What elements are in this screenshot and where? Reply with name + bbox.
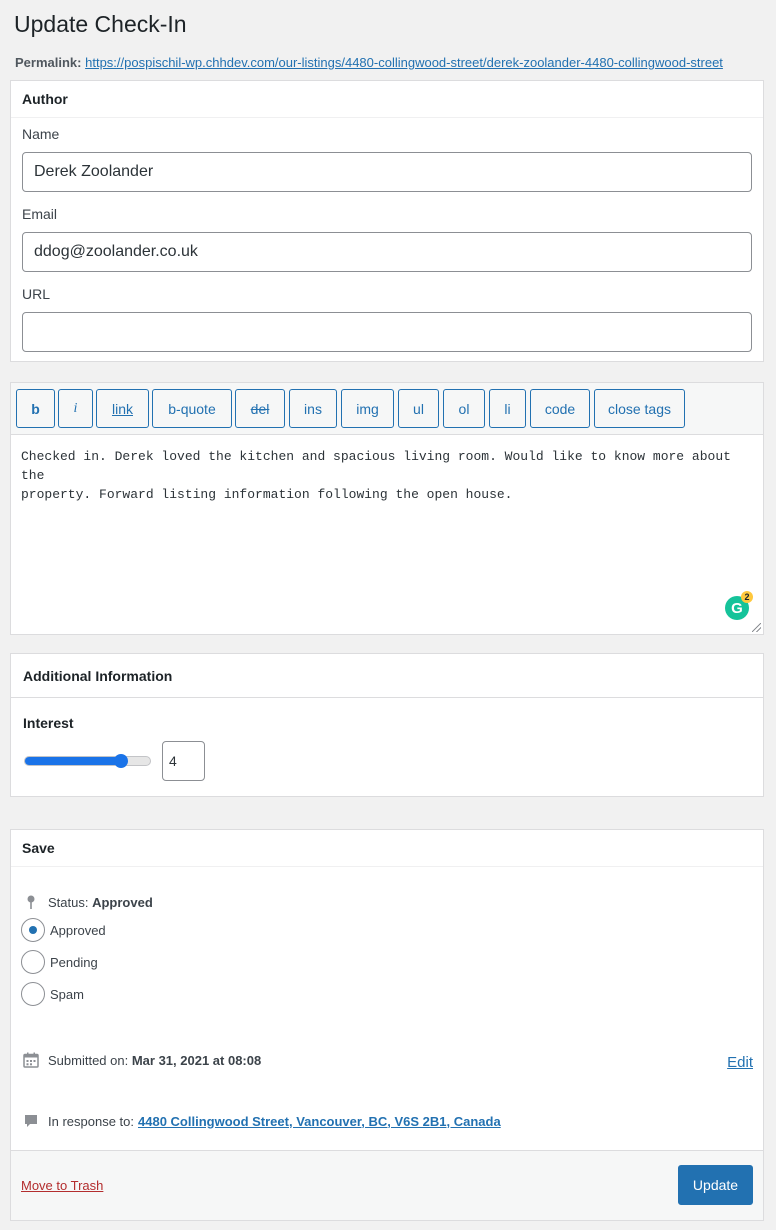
url-input[interactable] bbox=[22, 312, 752, 352]
quicktag-li-button[interactable]: li bbox=[489, 389, 526, 428]
save-box: Save Status: Approved Approved Pending S… bbox=[10, 829, 764, 1221]
resize-handle[interactable] bbox=[752, 623, 761, 632]
quicktag-bold-button[interactable]: b bbox=[16, 389, 55, 428]
quicktag-close-tags-button[interactable]: close tags bbox=[594, 389, 685, 428]
radio-pending[interactable]: Pending bbox=[21, 950, 98, 974]
radio-approved-circle[interactable] bbox=[21, 918, 45, 942]
grammarly-count-badge: 2 bbox=[741, 591, 753, 603]
quicktag-ul-button[interactable]: ul bbox=[398, 389, 439, 428]
response-line: In response to: 4480 Collingwood Street,… bbox=[23, 1113, 501, 1129]
additional-info-header: Additional Information bbox=[11, 654, 763, 698]
interest-slider-fill bbox=[25, 757, 125, 765]
submitted-label: Submitted on: bbox=[48, 1052, 129, 1068]
editor-box: b i link b-quote del ins img ul ol li co… bbox=[10, 382, 764, 635]
quicktag-link-button[interactable]: link bbox=[96, 389, 149, 428]
grammarly-letter: G bbox=[731, 599, 743, 617]
additional-info-box: Additional Information Interest bbox=[10, 653, 764, 797]
interest-label: Interest bbox=[23, 715, 74, 731]
radio-pending-label: Pending bbox=[50, 954, 98, 970]
radio-spam-circle[interactable] bbox=[21, 982, 45, 1006]
quicktag-ol-button[interactable]: ol bbox=[443, 389, 485, 428]
edit-date-link[interactable]: Edit bbox=[727, 1054, 753, 1071]
calendar-icon bbox=[23, 1052, 39, 1068]
author-box: Author Name Email URL bbox=[10, 80, 764, 362]
name-label: Name bbox=[22, 126, 60, 142]
grammarly-icon[interactable]: G 2 bbox=[725, 591, 753, 620]
name-input[interactable] bbox=[22, 152, 752, 192]
permalink: Permalink: https://pospischil-wp.chhdev.… bbox=[15, 55, 723, 70]
quicktag-ins-button[interactable]: ins bbox=[289, 389, 337, 428]
interest-slider-track[interactable] bbox=[24, 756, 151, 766]
status-label: Status: bbox=[48, 894, 89, 910]
email-input[interactable] bbox=[22, 232, 752, 272]
radio-approved[interactable]: Approved bbox=[21, 918, 106, 942]
status-line: Status: Approved bbox=[23, 894, 153, 910]
quicktag-italic-button[interactable]: i bbox=[58, 389, 93, 428]
permalink-link[interactable]: https://pospischil-wp.chhdev.com/our-lis… bbox=[85, 55, 723, 70]
radio-pending-circle[interactable] bbox=[21, 950, 45, 974]
status-value: Approved bbox=[92, 894, 153, 910]
response-label: In response to: bbox=[48, 1113, 134, 1129]
quicktag-code-button[interactable]: code bbox=[530, 389, 590, 428]
radio-spam[interactable]: Spam bbox=[21, 982, 84, 1006]
url-label: URL bbox=[22, 286, 51, 302]
response-link[interactable]: 4480 Collingwood Street, Vancouver, BC, … bbox=[138, 1114, 501, 1129]
radio-spam-label: Spam bbox=[50, 986, 84, 1002]
comment-icon bbox=[25, 1115, 37, 1127]
quicktag-del-button[interactable]: del bbox=[235, 389, 285, 428]
save-actions: Move to Trash Update bbox=[11, 1150, 763, 1220]
quicktag-img-button[interactable]: img bbox=[341, 389, 394, 428]
pin-icon bbox=[27, 895, 35, 909]
interest-number-input[interactable] bbox=[162, 741, 205, 781]
page-title: Update Check-In bbox=[14, 11, 187, 37]
move-to-trash-link[interactable]: Move to Trash bbox=[21, 1178, 103, 1193]
submitted-value: Mar 31, 2021 at 08:08 bbox=[131, 1052, 262, 1068]
email-label: Email bbox=[22, 206, 58, 222]
quicktags-toolbar: b i link b-quote del ins img ul ol li co… bbox=[11, 383, 763, 435]
content-editor[interactable] bbox=[11, 435, 763, 634]
update-button[interactable]: Update bbox=[678, 1165, 753, 1205]
permalink-label: Permalink: bbox=[15, 55, 82, 70]
quicktag-bquote-button[interactable]: b-quote bbox=[152, 389, 232, 428]
radio-approved-label: Approved bbox=[50, 922, 106, 938]
submitted-line: Submitted on: Mar 31, 2021 at 08:08 bbox=[23, 1052, 261, 1068]
save-header: Save bbox=[11, 830, 763, 867]
author-header: Author bbox=[11, 81, 763, 118]
